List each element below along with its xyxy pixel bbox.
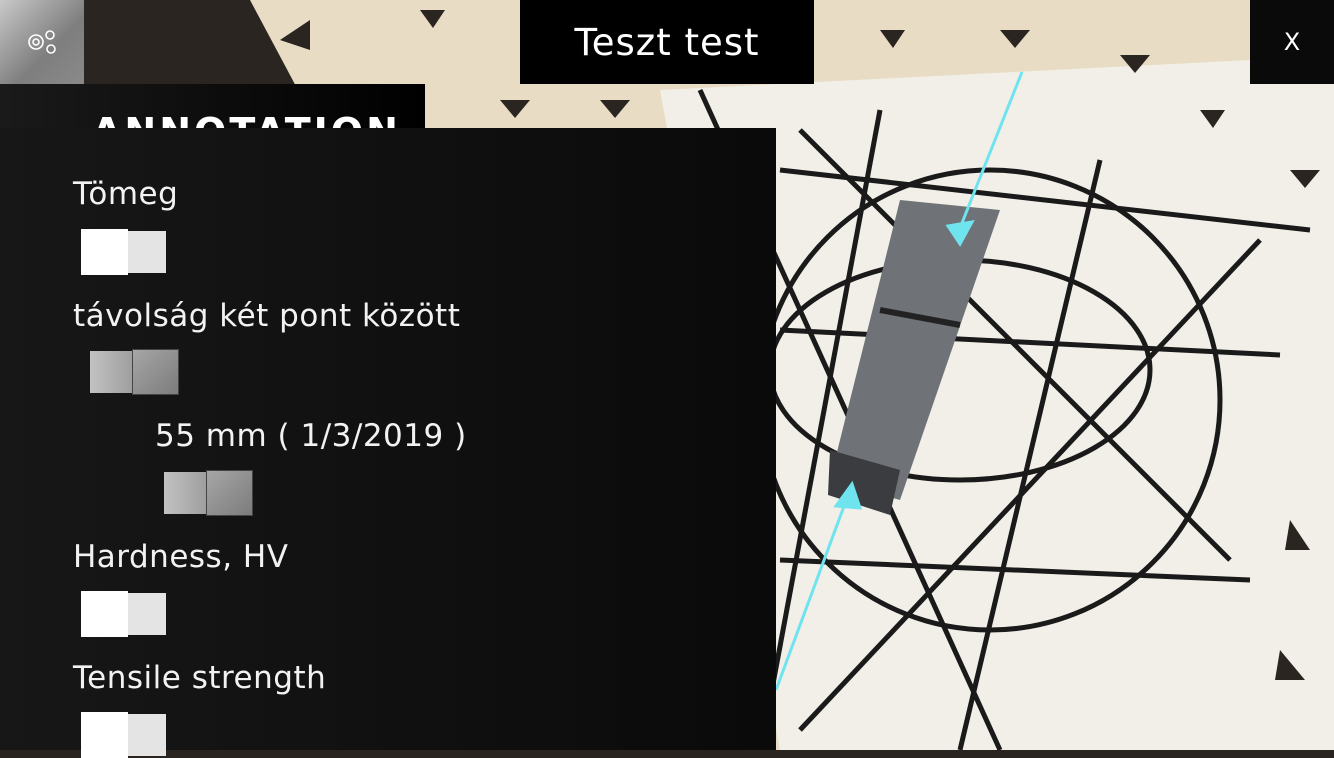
- toggle-measurement[interactable]: [164, 470, 253, 516]
- toggle-hardness[interactable]: [81, 591, 167, 637]
- gears-icon: [28, 30, 56, 54]
- annotation-panel: Tömeg távolság két pont között 55 mm ( 1…: [0, 128, 776, 758]
- toggle-tensile[interactable]: [81, 712, 167, 758]
- item-label: távolság két pont között: [73, 298, 461, 334]
- item-label: 55 mm ( 1/3/2019 ): [155, 418, 467, 454]
- close-button[interactable]: X: [1250, 0, 1334, 84]
- settings-button[interactable]: [0, 0, 84, 84]
- item-label: Hardness, HV: [73, 539, 289, 575]
- toggle-tomeg[interactable]: [81, 229, 167, 275]
- page-title: Teszt test: [520, 0, 814, 84]
- item-label: Tensile strength: [73, 660, 327, 696]
- toggle-distance[interactable]: [90, 349, 179, 395]
- item-label: Tömeg: [73, 176, 179, 212]
